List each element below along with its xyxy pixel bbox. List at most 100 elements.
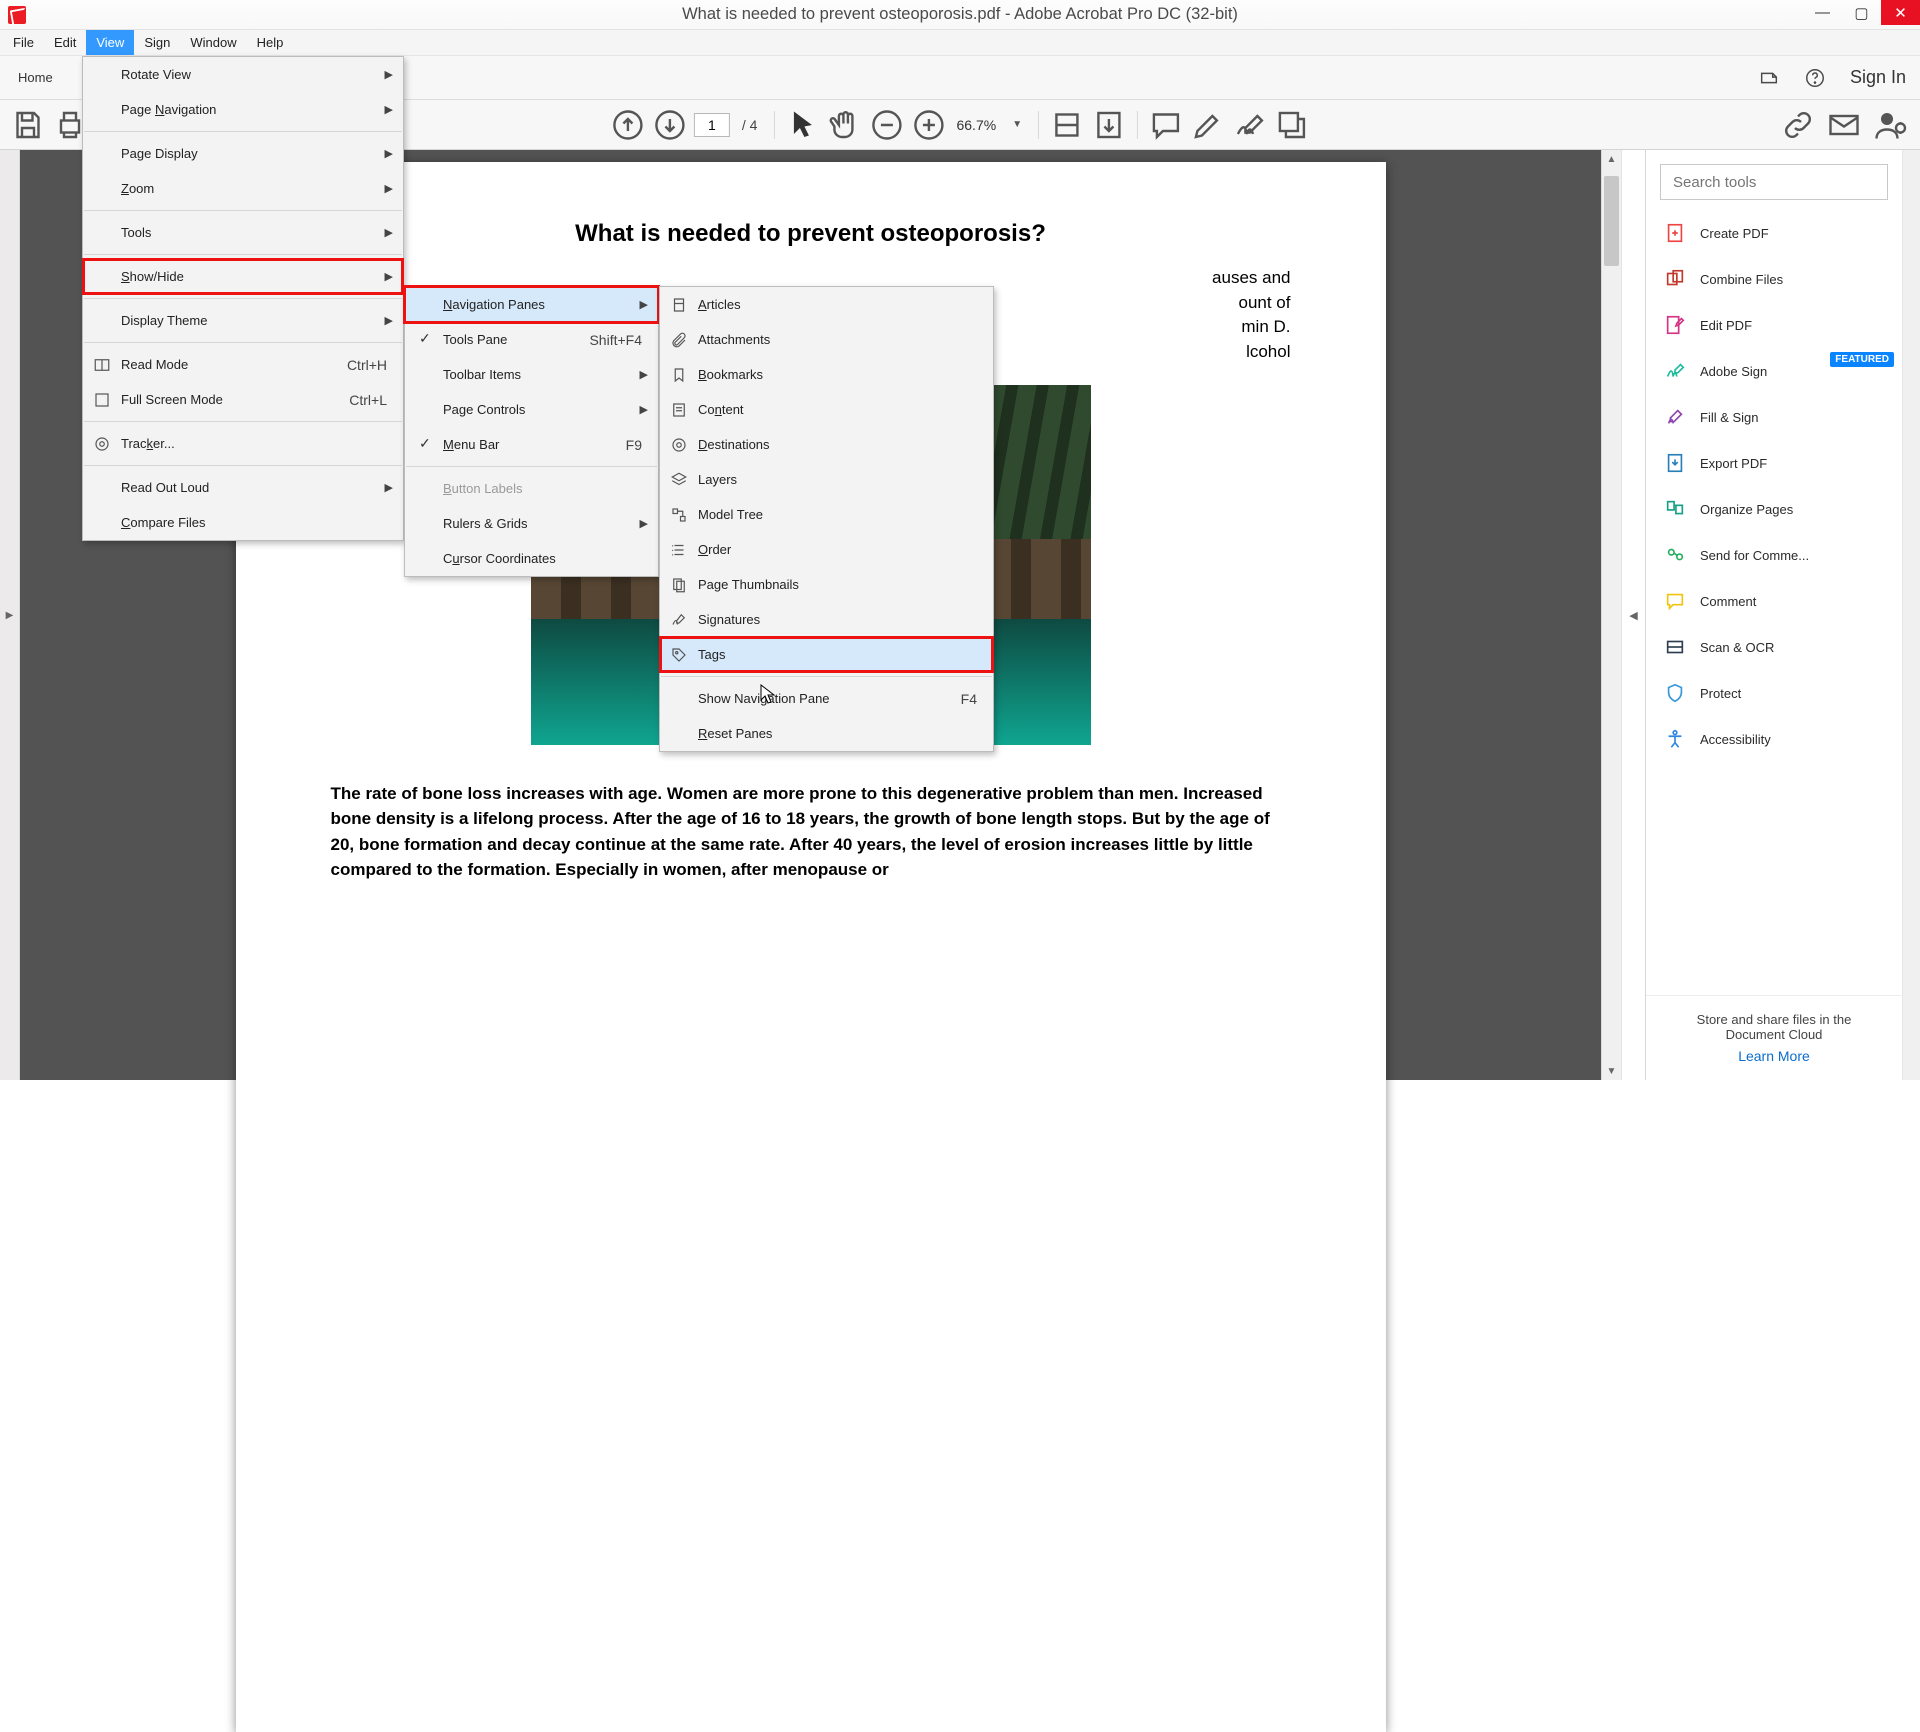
search-tools-input[interactable]: [1660, 164, 1888, 200]
maximize-button[interactable]: ▢: [1842, 0, 1881, 25]
scroll-up-button[interactable]: ▲: [1602, 150, 1621, 168]
tool-accessibility[interactable]: Accessibility: [1646, 716, 1902, 762]
save-button[interactable]: [10, 107, 46, 143]
zoom-dropdown[interactable]: ▼: [1006, 119, 1028, 130]
vertical-scrollbar[interactable]: ▲ ▼: [1601, 150, 1621, 1080]
tools-panel-scrollbar[interactable]: [1902, 150, 1920, 1080]
menu-attachments[interactable]: Attachments: [660, 322, 993, 357]
menu-show-navigation-pane[interactable]: Show Navigation PaneF4: [660, 681, 993, 716]
tool-edit-pdf[interactable]: Edit PDF: [1646, 302, 1902, 348]
menu-tools[interactable]: Tools▶: [83, 215, 403, 250]
menu-window[interactable]: Window: [180, 30, 246, 55]
menu-destinations[interactable]: Destinations: [660, 427, 993, 462]
featured-badge: FEATURED: [1830, 352, 1894, 367]
learn-more-link[interactable]: Learn More: [1666, 1048, 1882, 1064]
menu-separator: [84, 131, 402, 132]
chevron-right-icon: ▶: [640, 368, 648, 381]
tool-combine-files[interactable]: Combine Files: [1646, 256, 1902, 302]
tool-export-pdf[interactable]: Export PDF: [1646, 440, 1902, 486]
menu-tools-pane[interactable]: ✓Tools PaneShift+F4: [405, 322, 658, 357]
window-title: What is needed to prevent osteoporosis.p…: [682, 5, 1238, 24]
selection-tool-button[interactable]: [784, 107, 820, 143]
chevron-right-icon: ▶: [640, 517, 648, 530]
scroll-thumb[interactable]: [1604, 176, 1619, 266]
menu-sign[interactable]: Sign: [134, 30, 180, 55]
menu-display-theme[interactable]: Display Theme▶: [83, 303, 403, 338]
menu-view[interactable]: View: [86, 30, 134, 55]
menu-page-display[interactable]: Page Display▶: [83, 136, 403, 171]
menu-file[interactable]: File: [3, 30, 44, 55]
menu-page-thumbnails[interactable]: Page Thumbnails: [660, 567, 993, 602]
page-up-button[interactable]: [610, 107, 646, 143]
menu-page-navigation[interactable]: Page Navigation▶: [83, 92, 403, 127]
comment-button[interactable]: [1148, 107, 1184, 143]
menu-content[interactable]: Content: [660, 392, 993, 427]
more-tools-button[interactable]: [1274, 107, 1310, 143]
menu-reset-panes[interactable]: Reset Panes: [660, 716, 993, 751]
tool-scan-ocr[interactable]: Scan & OCR: [1646, 624, 1902, 670]
tool-send-for-comments[interactable]: Send for Comme...: [1646, 532, 1902, 578]
menu-menu-bar[interactable]: ✓Menu BarF9: [405, 427, 658, 462]
fit-page-button[interactable]: [1091, 107, 1127, 143]
menu-bookmarks[interactable]: Bookmarks: [660, 357, 993, 392]
menu-cursor-coordinates[interactable]: Cursor Coordinates: [405, 541, 658, 576]
document-body: The rate of bone loss increases with age…: [236, 745, 1386, 883]
zoom-in-button[interactable]: [910, 107, 946, 143]
menu-separator: [84, 421, 402, 422]
sign-tool-button[interactable]: [1232, 107, 1268, 143]
tool-organize-pages[interactable]: Organize Pages: [1646, 486, 1902, 532]
share-button[interactable]: [1872, 107, 1908, 143]
menu-rulers-grids[interactable]: Rulers & Grids▶: [405, 506, 658, 541]
menu-tracker[interactable]: Tracker...: [83, 426, 403, 461]
menu-toolbar-items[interactable]: Toolbar Items▶: [405, 357, 658, 392]
tool-fill-sign[interactable]: Fill & Sign: [1646, 394, 1902, 440]
page-down-button[interactable]: [652, 107, 688, 143]
fit-width-button[interactable]: [1049, 107, 1085, 143]
menu-rotate-view[interactable]: Rotate View▶: [83, 57, 403, 92]
comment-icon: [1664, 590, 1686, 612]
page-number-input[interactable]: [694, 113, 730, 137]
menu-show-hide[interactable]: Show/Hide▶: [83, 259, 403, 294]
signin-link[interactable]: Sign In: [1850, 67, 1906, 88]
hand-tool-button[interactable]: [826, 107, 862, 143]
navigation-panes-submenu: Articles Attachments Bookmarks Content D…: [659, 286, 994, 752]
menu-page-controls[interactable]: Page Controls▶: [405, 392, 658, 427]
menu-edit[interactable]: Edit: [44, 30, 86, 55]
zoom-out-button[interactable]: [868, 107, 904, 143]
menu-navigation-panes[interactable]: Navigation Panes▶: [405, 287, 658, 322]
document-heading: What is needed to prevent osteoporosis?: [236, 162, 1386, 266]
tool-protect[interactable]: Protect: [1646, 670, 1902, 716]
menu-compare-files[interactable]: Compare Files: [83, 505, 403, 540]
menu-bar: File Edit View Sign Window Help: [0, 30, 1920, 56]
menu-full-screen[interactable]: Full Screen ModeCtrl+L: [83, 382, 403, 417]
zoom-value: 66.7%: [952, 117, 1000, 133]
tool-adobe-sign[interactable]: Adobe SignFEATURED: [1646, 348, 1902, 394]
menu-order[interactable]: Order: [660, 532, 993, 567]
toolbar-separator: [1038, 111, 1039, 139]
left-panel-toggle[interactable]: ▶: [0, 150, 20, 1080]
link-button[interactable]: [1780, 107, 1816, 143]
edit-pdf-icon: [1664, 314, 1686, 336]
menu-help[interactable]: Help: [247, 30, 294, 55]
tab-home[interactable]: Home: [0, 56, 71, 99]
menu-read-out-loud[interactable]: Read Out Loud▶: [83, 470, 403, 505]
menu-signatures[interactable]: Signatures: [660, 602, 993, 637]
menu-model-tree[interactable]: Model Tree: [660, 497, 993, 532]
notifications-icon[interactable]: [1758, 67, 1780, 89]
menu-read-mode[interactable]: Read ModeCtrl+H: [83, 347, 403, 382]
scroll-down-button[interactable]: ▼: [1602, 1062, 1621, 1080]
tool-create-pdf[interactable]: Create PDF: [1646, 210, 1902, 256]
highlight-button[interactable]: [1190, 107, 1226, 143]
help-icon[interactable]: [1804, 67, 1826, 89]
email-button[interactable]: [1826, 107, 1862, 143]
minimize-button[interactable]: —: [1803, 0, 1842, 25]
chevron-right-icon: ▶: [385, 314, 393, 327]
menu-layers[interactable]: Layers: [660, 462, 993, 497]
close-button[interactable]: ✕: [1881, 0, 1920, 25]
tool-comment[interactable]: Comment: [1646, 578, 1902, 624]
menu-separator: [84, 210, 402, 211]
menu-articles[interactable]: Articles: [660, 287, 993, 322]
menu-zoom[interactable]: Zoom▶: [83, 171, 403, 206]
right-panel-toggle[interactable]: ◀: [1621, 150, 1645, 1080]
menu-tags[interactable]: Tags: [660, 637, 993, 672]
